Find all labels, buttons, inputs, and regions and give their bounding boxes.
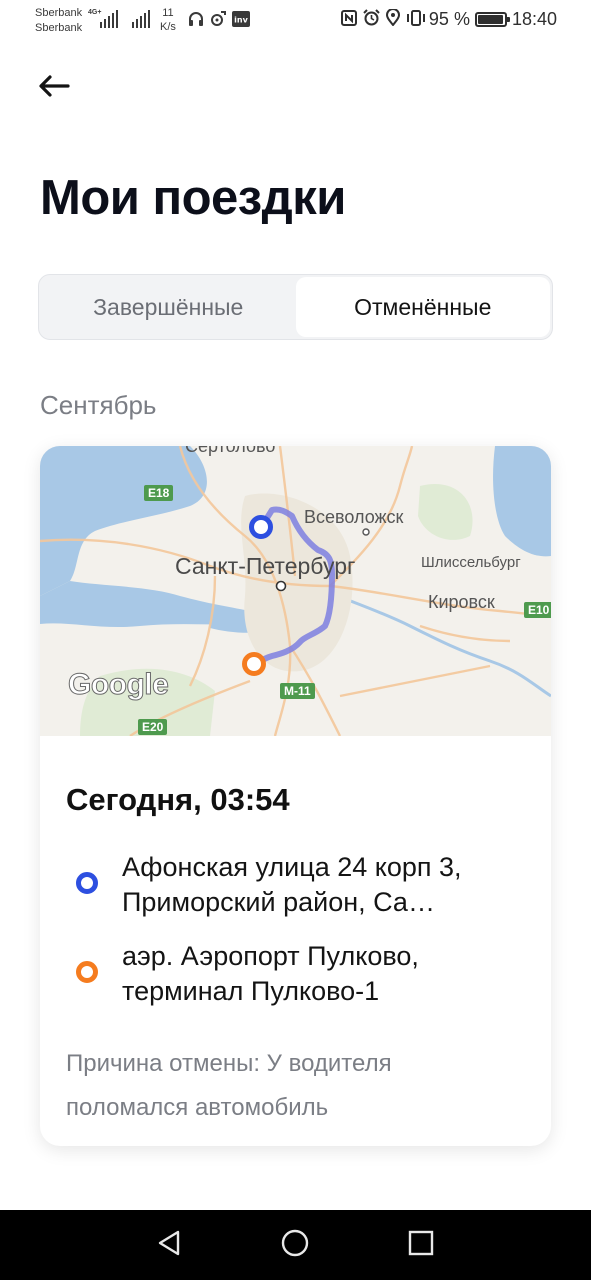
speed-value: 11 bbox=[162, 7, 174, 19]
clock: 18:40 bbox=[511, 9, 557, 29]
nav-home-button[interactable] bbox=[278, 1228, 312, 1262]
nav-recent-icon bbox=[408, 1230, 434, 1261]
from-address: Афонская улица 24 корп 3, Приморский рай… bbox=[122, 852, 462, 917]
carrier-labels: Sberbank Sberbank bbox=[35, 6, 82, 36]
map-label-sertolovo: Сертолово bbox=[185, 446, 276, 456]
nav-recent-button[interactable] bbox=[404, 1228, 438, 1262]
tab-cancelled[interactable]: Отменённые bbox=[295, 277, 550, 337]
road-badge-m11: M-11 bbox=[280, 683, 315, 699]
system-nav-bar bbox=[0, 1210, 591, 1280]
network-speed: 11 K/s bbox=[160, 6, 176, 34]
battery-icon bbox=[474, 12, 510, 27]
back-button[interactable] bbox=[36, 70, 72, 106]
route-map: Сертолово Всеволожск Санкт-Петербург Шли… bbox=[40, 446, 551, 736]
signal-icon bbox=[100, 10, 118, 28]
map-label-vsevolozhsk: Всеволожск bbox=[304, 507, 404, 527]
trip-datetime: Сегодня, 03:54 bbox=[66, 782, 290, 817]
alarm-icon bbox=[363, 9, 380, 30]
vibrate-icon bbox=[406, 9, 425, 30]
road-badge-e20: E20 bbox=[138, 719, 168, 735]
headphones-icon bbox=[188, 11, 204, 27]
nav-back-button[interactable] bbox=[152, 1228, 186, 1262]
page-title: Мои поездки bbox=[40, 171, 346, 225]
route-end-marker bbox=[242, 652, 266, 676]
from-dot-icon bbox=[76, 872, 98, 894]
trip-card[interactable]: Сертолово Всеволожск Санкт-Петербург Шли… bbox=[40, 446, 551, 1146]
status-right: 95 % 18:40 bbox=[341, 8, 557, 30]
svg-text:inv: inv bbox=[234, 16, 248, 25]
nav-back-icon bbox=[156, 1229, 182, 1262]
nav-home-icon bbox=[281, 1229, 309, 1262]
route-start-marker bbox=[249, 515, 273, 539]
carrier-1: Sberbank bbox=[35, 7, 83, 19]
cancel-reason: Причина отмены: У водителя поломался авт… bbox=[66, 1050, 392, 1121]
road-badge-e18: E18 bbox=[144, 485, 174, 501]
google-logo: Google bbox=[67, 668, 169, 702]
battery-percent: 95 % bbox=[428, 9, 470, 29]
nfc-icon bbox=[341, 9, 358, 30]
to-dot-icon bbox=[76, 961, 98, 983]
map-label-shlisselburg: Шлиссельбург bbox=[421, 554, 521, 571]
road-badge-e10: E10 bbox=[524, 602, 551, 618]
signal-icon-2 bbox=[132, 10, 150, 28]
status-bar: Sberbank Sberbank 4G+ 11 K/s inv 95 % 18… bbox=[0, 0, 591, 42]
location-icon bbox=[385, 8, 402, 30]
map-label-spb: Санкт-Петербург bbox=[175, 553, 356, 579]
music-icon bbox=[210, 11, 226, 27]
tab-completed[interactable]: Завершённые bbox=[41, 277, 296, 337]
speed-unit: K/s bbox=[160, 21, 176, 33]
map-label-kirovsk: Кировск bbox=[428, 592, 495, 612]
month-header: Сентябрь bbox=[40, 390, 157, 420]
to-address: аэр. Аэропорт Пулково, терминал Пулково-… bbox=[122, 941, 419, 1006]
carrier-2: Sberbank bbox=[35, 22, 83, 34]
app-icon: inv bbox=[232, 11, 250, 27]
trip-filter-tabs: Завершённые Отменённые bbox=[38, 274, 553, 340]
arrow-left-icon bbox=[38, 74, 70, 102]
